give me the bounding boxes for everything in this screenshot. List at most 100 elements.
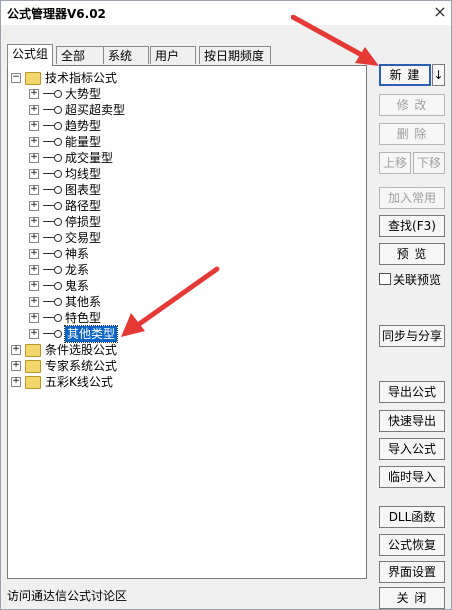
formula-key-icon (43, 90, 63, 98)
formula-key-icon (43, 298, 63, 306)
expand-icon[interactable]: + (29, 329, 39, 339)
tree-node-expert-system[interactable]: + 专家系统公式 (8, 358, 358, 374)
tree-node-label: 停损型 (65, 215, 102, 229)
formula-manager-window: 公式管理器V6.02 × 公式组 全部 系统 用户 按日期频度 − 技术指标公式… (0, 0, 452, 610)
formula-key-icon (43, 266, 63, 274)
tree-node-label: 技术指标公式 (45, 71, 118, 85)
expand-icon[interactable]: + (29, 153, 39, 163)
expand-icon[interactable]: + (11, 361, 21, 371)
formula-key-icon (43, 330, 63, 338)
formula-key-icon (43, 106, 63, 114)
expand-icon[interactable]: + (29, 185, 39, 195)
formula-key-icon (43, 282, 63, 290)
formula-key-icon (43, 154, 63, 162)
formula-key-icon (43, 314, 63, 322)
tree-node-child[interactable]: + 路径型 (8, 198, 358, 214)
annotation-arrow-icon (291, 15, 379, 66)
tree-node-child[interactable]: + 均线型 (8, 166, 358, 182)
expand-icon[interactable]: + (29, 281, 39, 291)
tree-node-label: 五彩K线公式 (45, 375, 113, 389)
forum-link[interactable]: 访问通达信公式讨论区 (7, 587, 127, 604)
tree-node-label: 能量型 (65, 135, 102, 149)
folder-icon (25, 344, 41, 357)
tree-node-label: 图表型 (65, 183, 102, 197)
move-down-button[interactable]: 下移 (413, 152, 445, 174)
tree-node-technical-indicators[interactable]: − 技术指标公式 (8, 70, 358, 86)
tree-node-label: 专家系统公式 (45, 359, 118, 373)
formula-key-icon (43, 202, 63, 210)
collapse-icon[interactable]: − (11, 73, 21, 83)
expand-icon[interactable]: + (29, 217, 39, 227)
close-icon[interactable]: × (430, 1, 450, 23)
tree-node-child[interactable]: + 成交量型 (8, 150, 358, 166)
tab-by-date-frequency[interactable]: 按日期频度 (199, 46, 271, 64)
expand-icon[interactable]: + (29, 137, 39, 147)
export-button[interactable]: 导出公式 (379, 381, 445, 403)
modify-button[interactable]: 修 改 (379, 94, 445, 116)
quick-export-button[interactable]: 快速导出 (379, 410, 445, 432)
linked-preview-label: 关联预览 (393, 273, 442, 287)
expand-icon[interactable]: + (29, 89, 39, 99)
tree-node-label: 鬼系 (65, 279, 90, 293)
expand-icon[interactable]: + (29, 105, 39, 115)
expand-icon[interactable]: + (29, 169, 39, 179)
formula-key-icon (43, 234, 63, 242)
linked-preview-checkbox[interactable] (379, 273, 391, 285)
expand-icon[interactable]: + (11, 377, 21, 387)
tree-node-label: 路径型 (65, 199, 102, 213)
annotation-arrow-icon (121, 266, 220, 337)
tree-node-label: 其他系 (65, 295, 102, 309)
expand-icon[interactable]: + (29, 233, 39, 243)
window-title: 公式管理器V6.02 (7, 7, 106, 21)
formula-key-icon (43, 186, 63, 194)
dll-function-button[interactable]: DLL函数 (379, 506, 445, 528)
move-up-button[interactable]: 上移 (379, 152, 411, 174)
formula-restore-button[interactable]: 公式恢复 (379, 534, 445, 556)
tab-formula-group[interactable]: 公式组 (7, 44, 53, 66)
tab-all[interactable]: 全部 (56, 46, 104, 64)
tree-node-child[interactable]: + 图表型 (8, 182, 358, 198)
tree-node-label: 神系 (65, 247, 90, 261)
tree-node-child[interactable]: + 趋势型 (8, 118, 358, 134)
formula-key-icon (43, 138, 63, 146)
ui-settings-button[interactable]: 界面设置 (379, 561, 445, 583)
folder-icon (25, 376, 41, 389)
new-dropdown-icon[interactable]: ↓ (432, 64, 445, 86)
tree-node-child[interactable]: + 能量型 (8, 134, 358, 150)
preview-button[interactable]: 预 览 (379, 243, 445, 265)
tab-system[interactable]: 系统 (103, 46, 149, 64)
title-bar: 公式管理器V6.02 × (1, 1, 451, 25)
expand-icon[interactable]: + (29, 297, 39, 307)
formula-key-icon (43, 218, 63, 226)
close-button[interactable]: 关 闭 (379, 587, 445, 609)
find-button[interactable]: 查找(F3) (379, 215, 445, 237)
tree-node-colored-kline[interactable]: + 五彩K线公式 (8, 374, 358, 390)
import-button[interactable]: 导入公式 (379, 438, 445, 460)
tree-node-child[interactable]: + 神系 (8, 246, 358, 262)
tree-node-label: 超买超卖型 (65, 103, 126, 117)
expand-icon[interactable]: + (29, 201, 39, 211)
expand-icon[interactable]: + (11, 345, 21, 355)
tree-node-stock-screening[interactable]: + 条件选股公式 (8, 342, 358, 358)
expand-icon[interactable]: + (29, 249, 39, 259)
new-button[interactable]: 新 建 (379, 64, 431, 86)
formula-key-icon (43, 250, 63, 258)
tree-node-label: 均线型 (65, 167, 102, 181)
expand-icon[interactable]: + (29, 121, 39, 131)
expand-icon[interactable]: + (29, 265, 39, 275)
tab-user[interactable]: 用户 (150, 46, 196, 64)
tree-node-child[interactable]: + 停损型 (8, 214, 358, 230)
tree-node-label: 特色型 (65, 311, 102, 325)
tree-node-label: 龙系 (65, 263, 90, 277)
sync-share-button[interactable]: 同步与分享 (379, 325, 445, 347)
tree-node-child[interactable]: + 大势型 (8, 86, 358, 102)
folder-icon (25, 72, 41, 85)
formula-key-icon (43, 170, 63, 178)
tree-node-label: 交易型 (65, 231, 102, 245)
tree-node-child[interactable]: + 交易型 (8, 230, 358, 246)
temp-import-button[interactable]: 临时导入 (379, 466, 445, 488)
expand-icon[interactable]: + (29, 313, 39, 323)
add-common-button[interactable]: 加入常用 (379, 187, 445, 209)
delete-button[interactable]: 删 除 (379, 123, 445, 145)
tree-node-child[interactable]: + 超买超卖型 (8, 102, 358, 118)
